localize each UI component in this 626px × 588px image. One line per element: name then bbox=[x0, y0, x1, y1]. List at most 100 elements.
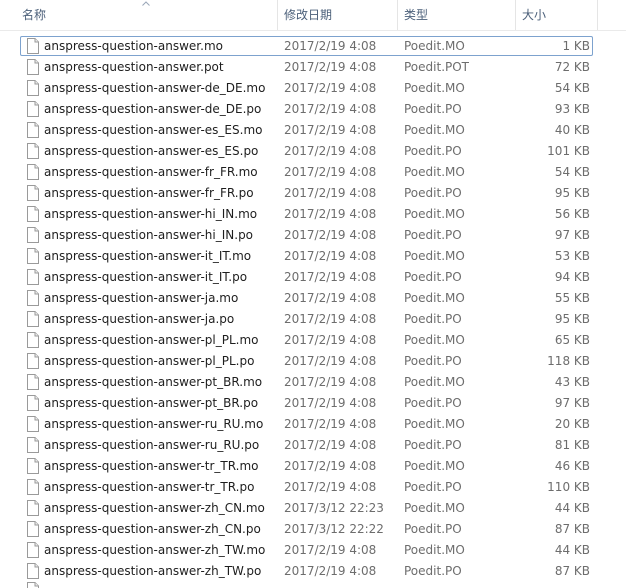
file-modified-date: 2017/2/19 4:08 bbox=[284, 459, 377, 473]
file-name: anspress-question-answer-hi_IN.po bbox=[44, 228, 254, 242]
file-list-item[interactable]: anspress-question-answer-ru_RU.po 2017/2/… bbox=[0, 435, 626, 456]
file-list-item[interactable]: anspress-question-answer.pot 2017/2/19 4:… bbox=[0, 57, 626, 78]
file-name: anspress-question-answer-pt_BR.po bbox=[44, 396, 259, 410]
file-modified-date: 2017/2/19 4:08 bbox=[284, 396, 377, 410]
file-type: Poedit.MO bbox=[404, 249, 465, 263]
file-icon bbox=[27, 395, 39, 411]
file-size: 118 KB bbox=[547, 354, 590, 368]
file-list-item[interactable]: anspress-question-answer-de_DE.mo 2017/2/… bbox=[0, 78, 626, 99]
file-type: Poedit.PO bbox=[404, 522, 462, 536]
file-modified-date: 2017/2/19 4:08 bbox=[284, 543, 377, 557]
file-icon bbox=[27, 206, 39, 222]
file-size: 43 KB bbox=[554, 375, 590, 389]
file-list-item[interactable]: anspress-question-answer-pl_PL.mo 2017/2/… bbox=[0, 330, 626, 351]
file-type: Poedit.PO bbox=[404, 270, 462, 284]
file-list-item[interactable]: anspress-question-answer-de_DE.po 2017/2/… bbox=[0, 99, 626, 120]
file-size: 56 KB bbox=[554, 207, 590, 221]
file-list-item[interactable]: anspress-question-answer-hi_IN.mo 2017/2/… bbox=[0, 204, 626, 225]
file-name: anspress-question-answer-hi_IN.mo bbox=[44, 207, 258, 221]
column-header-date[interactable]: 修改日期 bbox=[278, 0, 396, 30]
file-type: Poedit.PO bbox=[404, 396, 462, 410]
file-type: Poedit.PO bbox=[404, 564, 462, 578]
file-size: 54 KB bbox=[554, 81, 590, 95]
file-type: Poedit.PO bbox=[404, 102, 462, 116]
file-type: Poedit.MO bbox=[404, 417, 465, 431]
file-size: 72 KB bbox=[554, 60, 590, 74]
file-size: 101 KB bbox=[547, 144, 590, 158]
file-modified-date: 2017/2/19 4:08 bbox=[284, 81, 377, 95]
column-divider[interactable] bbox=[597, 0, 598, 30]
file-list-item[interactable]: anspress-question-answer-tr_TR.mo 2017/2/… bbox=[0, 456, 626, 477]
file-list-item[interactable]: anspress-question-answer-zh_CN.mo 2017/3/… bbox=[0, 498, 626, 519]
file-list-item[interactable]: anspress-question-answer-zh_TW.mo 2017/2/… bbox=[0, 540, 626, 561]
file-icon bbox=[27, 353, 39, 369]
file-modified-date: 2017/2/19 4:08 bbox=[284, 207, 377, 221]
file-modified-date: 2017/2/19 4:08 bbox=[284, 375, 377, 389]
file-list-item[interactable]: anspress-question-answer-fr_FR.mo 2017/2/… bbox=[0, 162, 626, 183]
file-type: Poedit.PO bbox=[404, 312, 462, 326]
file-icon bbox=[27, 479, 39, 495]
file-name: anspress-question-answer-it_IT.mo bbox=[44, 249, 252, 263]
file-list-item[interactable]: anspress-question-answer-tr_TR.po 2017/2/… bbox=[0, 477, 626, 498]
file-type: Poedit.MO bbox=[404, 375, 465, 389]
file-list-item[interactable]: anspress-question-answer-ja.po 2017/2/19 … bbox=[0, 309, 626, 330]
file-type: Poedit.MO bbox=[404, 165, 465, 179]
file-icon bbox=[27, 290, 39, 306]
file-list-item[interactable]: anspress-question-answer-it_IT.mo 2017/2/… bbox=[0, 246, 626, 267]
file-type: Poedit.MO bbox=[404, 207, 465, 221]
file-list-item[interactable]: anspress-question-answer-pl_PL.po 2017/2/… bbox=[0, 351, 626, 372]
file-name: anspress-question-answer-pl_PL.po bbox=[44, 354, 255, 368]
file-icon bbox=[27, 80, 39, 96]
file-size: 1 KB bbox=[562, 39, 590, 53]
file-icon bbox=[27, 437, 39, 453]
column-header-type[interactable]: 类型 bbox=[398, 0, 514, 30]
file-size: 87 KB bbox=[554, 564, 590, 578]
file-modified-date: 2017/2/19 4:08 bbox=[284, 228, 377, 242]
file-icon bbox=[27, 143, 39, 159]
file-list-item-partial[interactable] bbox=[0, 580, 626, 588]
file-list-item[interactable]: anspress-question-answer-fr_FR.po 2017/2/… bbox=[0, 183, 626, 204]
file-list-item[interactable]: anspress-question-answer.mo 2017/2/19 4:0… bbox=[0, 36, 626, 57]
file-size: 94 KB bbox=[554, 270, 590, 284]
file-icon bbox=[27, 458, 39, 474]
file-icon bbox=[27, 542, 39, 558]
file-size: 93 KB bbox=[554, 102, 590, 116]
file-list-item[interactable]: anspress-question-answer-zh_TW.po 2017/2/… bbox=[0, 561, 626, 582]
file-name: anspress-question-answer-de_DE.po bbox=[44, 102, 262, 116]
file-size: 95 KB bbox=[554, 312, 590, 326]
file-size: 110 KB bbox=[547, 480, 590, 494]
file-modified-date: 2017/2/19 4:08 bbox=[284, 144, 377, 158]
file-type: Poedit.PO bbox=[404, 186, 462, 200]
file-name: anspress-question-answer-de_DE.mo bbox=[44, 81, 266, 95]
file-list-item[interactable]: anspress-question-answer-pt_BR.po 2017/2/… bbox=[0, 393, 626, 414]
file-list-item[interactable]: anspress-question-answer-ja.mo 2017/2/19 … bbox=[0, 288, 626, 309]
file-list-item[interactable]: anspress-question-answer-hi_IN.po 2017/2/… bbox=[0, 225, 626, 246]
file-modified-date: 2017/2/19 4:08 bbox=[284, 270, 377, 284]
column-header-size[interactable]: 大小 bbox=[516, 0, 596, 30]
file-list-item[interactable]: anspress-question-answer-it_IT.po 2017/2/… bbox=[0, 267, 626, 288]
file-type: Poedit.MO bbox=[404, 123, 465, 137]
file-modified-date: 2017/2/19 4:08 bbox=[284, 564, 377, 578]
file-modified-date: 2017/2/19 4:08 bbox=[284, 291, 377, 305]
file-modified-date: 2017/3/12 22:22 bbox=[284, 522, 384, 536]
file-name: anspress-question-answer-pt_BR.mo bbox=[44, 375, 263, 389]
file-type: Poedit.MO bbox=[404, 543, 465, 557]
file-icon bbox=[27, 269, 39, 285]
file-modified-date: 2017/2/19 4:08 bbox=[284, 249, 377, 263]
file-type: Poedit.MO bbox=[404, 501, 465, 515]
file-name: anspress-question-answer-fr_FR.po bbox=[44, 186, 254, 200]
file-type: Poedit.PO bbox=[404, 144, 462, 158]
file-list-item[interactable]: anspress-question-answer-pt_BR.mo 2017/2/… bbox=[0, 372, 626, 393]
file-name: anspress-question-answer-zh_TW.po bbox=[44, 564, 262, 578]
file-list-item[interactable]: anspress-question-answer-zh_CN.po 2017/3/… bbox=[0, 519, 626, 540]
file-list-item[interactable]: anspress-question-answer-ru_RU.mo 2017/2/… bbox=[0, 414, 626, 435]
file-size: 55 KB bbox=[554, 291, 590, 305]
file-name: anspress-question-answer-ru_RU.mo bbox=[44, 417, 264, 431]
file-icon bbox=[27, 101, 39, 117]
file-icon bbox=[27, 582, 39, 588]
file-list-item[interactable]: anspress-question-answer-es_ES.po 2017/2/… bbox=[0, 141, 626, 162]
file-name: anspress-question-answer-zh_CN.mo bbox=[44, 501, 265, 515]
file-name: anspress-question-answer-ru_RU.po bbox=[44, 438, 260, 452]
file-icon bbox=[27, 164, 39, 180]
file-list-item[interactable]: anspress-question-answer-es_ES.mo 2017/2/… bbox=[0, 120, 626, 141]
